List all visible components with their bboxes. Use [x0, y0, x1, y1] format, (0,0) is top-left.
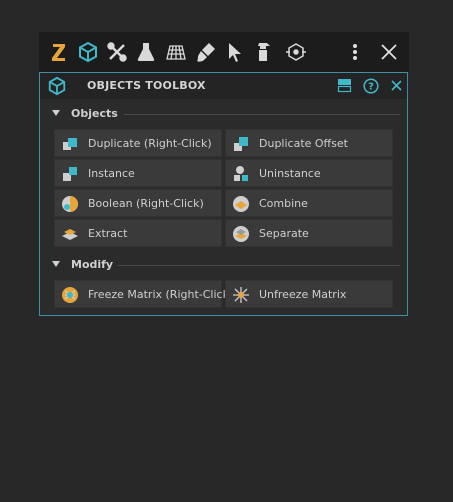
cube-icon	[48, 76, 66, 96]
dock-icon[interactable]	[336, 77, 353, 94]
separate-icon	[233, 226, 249, 242]
boolean-button[interactable]: Boolean (Right-Click)	[54, 189, 222, 217]
section-objects-header[interactable]: Objects	[40, 106, 407, 124]
flask-icon[interactable]	[133, 39, 159, 65]
node-hexagon-icon[interactable]	[283, 39, 309, 65]
collapse-triangle-icon[interactable]	[52, 110, 60, 116]
svg-text:?: ?	[368, 81, 374, 92]
panel-header: OBJECTS TOOLBOX ?	[40, 73, 407, 99]
section-divider	[118, 265, 400, 266]
panel-close-icon[interactable]	[388, 77, 405, 94]
extract-button[interactable]: Extract	[54, 219, 222, 247]
button-label: Separate	[259, 227, 309, 240]
section-label: Objects	[71, 107, 118, 120]
button-label: Duplicate Offset	[259, 137, 348, 150]
unfreeze-matrix-button[interactable]: Unfreeze Matrix	[225, 280, 393, 308]
duplicate-icon	[63, 138, 77, 150]
separate-button[interactable]: Separate	[225, 219, 393, 247]
button-label: Duplicate (Right-Click)	[88, 137, 212, 150]
duplicate-offset-icon	[234, 137, 248, 151]
extract-icon	[62, 229, 78, 240]
instance-icon	[63, 167, 77, 181]
button-label: Unfreeze Matrix	[259, 288, 347, 301]
paint-brush-icon[interactable]	[193, 39, 219, 65]
button-label: Combine	[259, 197, 308, 210]
instance-button[interactable]: Instance	[54, 159, 222, 187]
grid-icon[interactable]	[163, 39, 189, 65]
button-label: Extract	[88, 227, 128, 240]
combine-button[interactable]: Combine	[225, 189, 393, 217]
duplicate-button[interactable]: Duplicate (Right-Click)	[54, 129, 222, 157]
button-label: Freeze Matrix (Right-Click)	[88, 288, 234, 301]
spray-icon[interactable]	[251, 39, 277, 65]
section-label: Modify	[71, 258, 114, 271]
button-label: Instance	[88, 167, 135, 180]
unfreeze-matrix-icon	[233, 287, 249, 303]
freeze-matrix-button[interactable]: Freeze Matrix (Right-Click)	[54, 280, 233, 308]
uninstance-button[interactable]: Uninstance	[225, 159, 393, 187]
main-toolbar	[39, 32, 409, 72]
combine-icon	[233, 196, 249, 212]
button-label: Boolean (Right-Click)	[88, 197, 204, 210]
help-icon[interactable]: ?	[362, 77, 379, 94]
objects-toolbox-panel: OBJECTS TOOLBOX ? Objects Duplicate (Rig…	[39, 72, 408, 316]
cursor-icon[interactable]	[222, 39, 248, 65]
duplicate-offset-button[interactable]: Duplicate Offset	[225, 129, 393, 157]
zbrush-z-icon[interactable]	[46, 39, 72, 65]
section-modify-header[interactable]: Modify	[40, 257, 407, 275]
section-divider	[124, 114, 400, 115]
tools-icon[interactable]	[104, 39, 130, 65]
cube-icon[interactable]	[75, 39, 101, 65]
collapse-triangle-icon[interactable]	[52, 261, 60, 267]
freeze-matrix-icon	[62, 287, 78, 303]
more-vertical-icon[interactable]	[342, 39, 368, 65]
close-icon[interactable]	[376, 39, 402, 65]
boolean-icon	[62, 196, 78, 212]
panel-title: OBJECTS TOOLBOX	[87, 79, 206, 92]
button-label: Uninstance	[259, 167, 321, 180]
uninstance-icon	[234, 166, 248, 181]
